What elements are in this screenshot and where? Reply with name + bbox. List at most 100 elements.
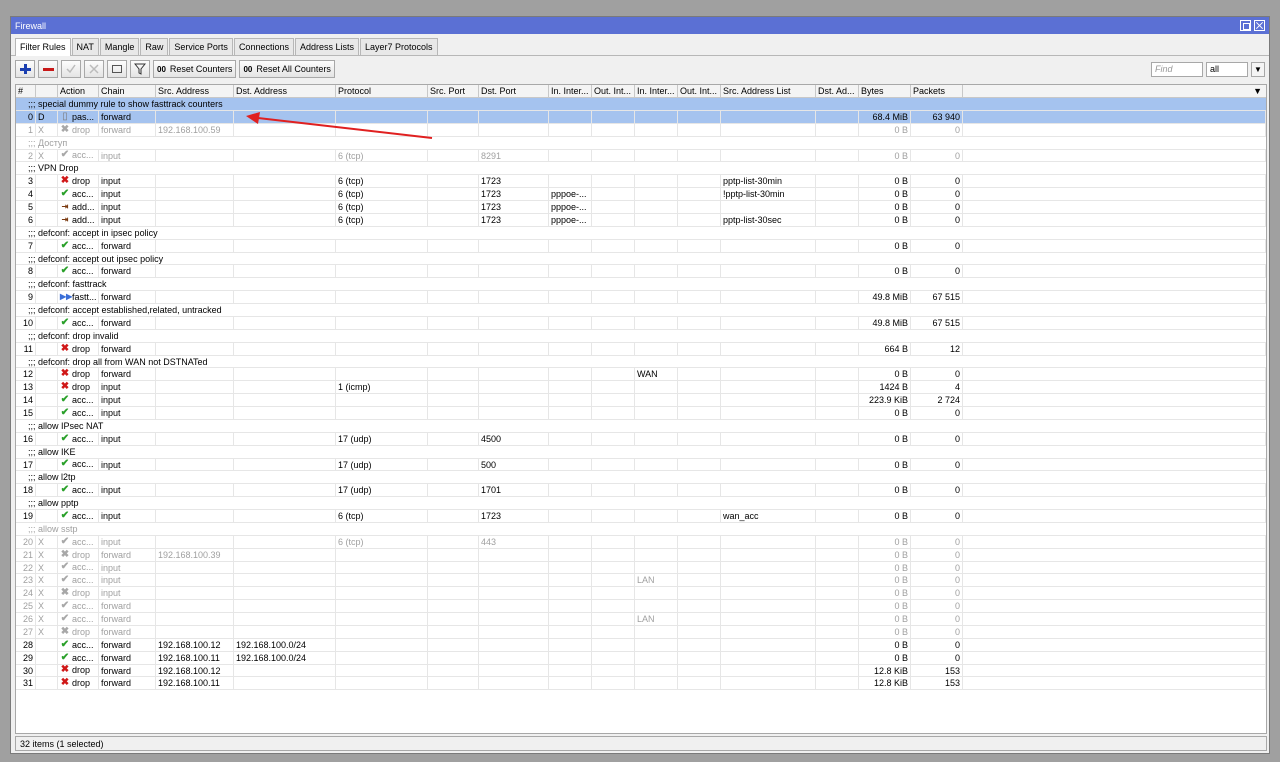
column-header[interactable]: Src. Address [156,85,234,97]
table-row[interactable]: 12 ✖ drop forward WAN 0 B0 [16,368,1266,382]
column-header[interactable]: Out. Int... [678,85,721,97]
table-row[interactable]: 31 ✖ drop forward 192.168.100.11 12.8 KiB 153 [16,677,1266,691]
comment-row[interactable]: ;;; defconf: accept in ipsec policy [16,226,1266,240]
comment-row[interactable]: ;;; defconf: accept established,related,… [16,304,1266,317]
comment-row[interactable]: ;;; defconf: fasttrack [16,278,1266,292]
disable-button[interactable] [84,60,104,78]
out-interface-list [678,458,721,471]
out-interface [592,484,635,497]
column-header[interactable]: Chain [99,85,156,97]
action-label: drop [72,665,91,676]
out-interface-list [678,368,721,381]
column-header[interactable]: Bytes [859,85,911,97]
in-interface [549,587,592,600]
protocol [336,638,428,651]
table-row[interactable]: 17 ✔ acc... input 17 (udp) 500 0 B0 [16,458,1266,472]
src-port [428,316,479,329]
table-row[interactable]: 7 ✔ acc... forward 0 B0 [16,239,1266,253]
comment-row[interactable]: ;;; allow sstp [16,522,1266,536]
remove-button[interactable] [38,60,58,78]
column-header[interactable]: Dst. Port [479,85,549,97]
column-header[interactable]: Src. Address List [721,85,816,97]
comment-row[interactable]: ;;; defconf: drop invalid [16,329,1266,343]
column-header[interactable]: Action [58,85,99,97]
protocol [336,407,428,419]
rule-number: 17 [16,458,36,471]
comment-row[interactable]: ;;; defconf: accept out ipsec policy [16,252,1266,266]
rule-number: 20 [16,535,36,548]
tab-mangle[interactable]: Mangle [99,38,140,55]
table-row[interactable]: 1 X ✖ drop forward 192.168.100.59 0 B0 [16,123,1266,137]
comment-row[interactable]: ;;; allow l2tp [16,471,1266,485]
table-row[interactable]: 15 ✔ acc... input 0 B0 [16,407,1266,420]
table-row[interactable]: 23 X ✔ acc... input LAN 0 B0 [16,574,1266,588]
tab-raw[interactable]: Raw [140,38,169,55]
comment-row[interactable]: ;;; allow IPsec NAT [16,419,1266,433]
filter-button[interactable] [130,60,150,78]
table-row[interactable]: 2 X ✔ acc... input 6 (tcp) 8291 0 B0 [16,149,1266,163]
table-row[interactable]: 6 ⇥ add... input 6 (tcp) 1723 pppoe-... pptp-li… [16,213,1266,227]
dst-address [234,342,336,355]
comment-row[interactable]: ;;; VPN Drop [16,162,1266,176]
table-row[interactable]: 20 X ✔ acc... input 6 (tcp) 443 0 B0 [16,535,1266,549]
tab-filter-rules[interactable]: Filter Rules [15,38,71,56]
table-row[interactable]: 25 X ✔ acc... forward 0 B0 [16,600,1266,613]
tab-service-ports[interactable]: Service Ports [169,38,233,55]
column-header[interactable]: Dst. Address [234,85,336,97]
comment-button[interactable] [107,60,127,78]
comment-row[interactable]: ;;; Доступ [16,136,1266,150]
reset-all-counters-button[interactable]: 00 Reset All Counters [239,60,335,78]
column-header[interactable]: In. Inter... [549,85,592,97]
close-icon[interactable] [1254,20,1265,31]
table-row[interactable]: 5 ⇥ add... input 6 (tcp) 1723 pppoe-... 0 B0 [16,201,1266,214]
table-row[interactable]: 8 ✔ acc... forward 0 B0 [16,265,1266,279]
table-row[interactable]: 18 ✔ acc... input 17 (udp) 1701 0 B0 [16,484,1266,498]
column-header[interactable]: # [16,85,36,97]
table-row[interactable]: 21 X ✖ drop forward 192.168.100.39 0 B0 [16,548,1266,562]
table-row[interactable]: 30 ✖ drop forward 192.168.100.12 12.8 KiB 153 [16,664,1266,678]
comment-row[interactable]: ;;; allow IKE [16,445,1266,459]
x-icon: ✖ [60,677,70,689]
column-header[interactable]: Dst. Ad... [816,85,859,97]
table-row[interactable]: 10 ✔ acc... forward 49.8 MiB 67 515 [16,316,1266,330]
table-row[interactable]: 16 ✔ acc... input 17 (udp) 4500 0 B0 [16,432,1266,446]
column-header[interactable]: Src. Port [428,85,479,97]
table-row[interactable]: 3 ✖ drop input 6 (tcp) 1723 pptp-list-30min 0 B… [16,175,1266,189]
find-input[interactable]: Find [1151,61,1203,77]
filter-select[interactable]: all [1206,61,1248,77]
chevron-down-icon[interactable]: ▼ [1251,61,1265,77]
column-header[interactable]: Out. Int... [592,85,635,97]
table-row[interactable]: 26 X ✔ acc... forward LAN 0 B0 [16,613,1266,626]
packets: 0 [911,600,963,612]
tab-connections[interactable]: Connections [233,38,294,55]
table-row[interactable]: 27 X ✖ drop forward 0 B0 [16,625,1266,639]
table-row[interactable]: 14 ✔ acc... input 223.9 KiB 2 724 [16,394,1266,407]
tab-layer7-protocols[interactable]: Layer7 Protocols [360,38,438,55]
column-header[interactable]: Packets [911,85,963,97]
table-row[interactable]: 9 ▶▶ fastt... forward 49.8 MiB 67 515 [16,291,1266,304]
table-row[interactable]: 28 ✔ acc... forward 192.168.100.12 192.168.10… [16,638,1266,652]
table-row[interactable]: 4 ✔ acc... input 6 (tcp) 1723 pppoe-... !pptp-l… [16,188,1266,201]
tab-address-lists[interactable]: Address Lists [294,38,360,55]
table-row[interactable]: 11 ✖ drop forward 664 B 12 [16,342,1266,356]
dst-port [479,368,549,381]
column-picker[interactable]: ▼ [963,85,1266,97]
table-row[interactable]: 22 X ✔ acc... input 0 B0 [16,561,1266,575]
table-row[interactable]: 24 X ✖ drop input 0 B0 [16,587,1266,601]
add-button[interactable] [15,60,35,78]
comment-row[interactable]: ;;; allow pptp [16,497,1266,510]
table-row[interactable]: 0 D ▯ pas... forward 68.4 MiB 63 940 [16,110,1266,124]
column-header[interactable]: Protocol [336,85,428,97]
tab-nat[interactable]: NAT [71,38,99,55]
column-header[interactable] [36,85,58,97]
enable-button[interactable] [61,60,81,78]
table-row[interactable]: 29 ✔ acc... forward 192.168.100.11 192.168.10… [16,651,1266,665]
comment-row[interactable]: ;;; defconf: drop all from WAN not DSTNA… [16,355,1266,369]
table-row[interactable]: 19 ✔ acc... input 6 (tcp) 1723 wan_acc 0 B0 [16,510,1266,523]
maximize-icon[interactable] [1240,20,1251,31]
src-address-list [721,201,816,213]
column-header[interactable]: In. Inter... [635,85,678,97]
comment-row[interactable]: ;;; special dummy rule to show fasttrack… [16,98,1266,111]
reset-counters-button[interactable]: 00 Reset Counters [153,60,237,78]
table-row[interactable]: 13 ✖ drop input 1 (icmp) 1424 B4 [16,381,1266,395]
